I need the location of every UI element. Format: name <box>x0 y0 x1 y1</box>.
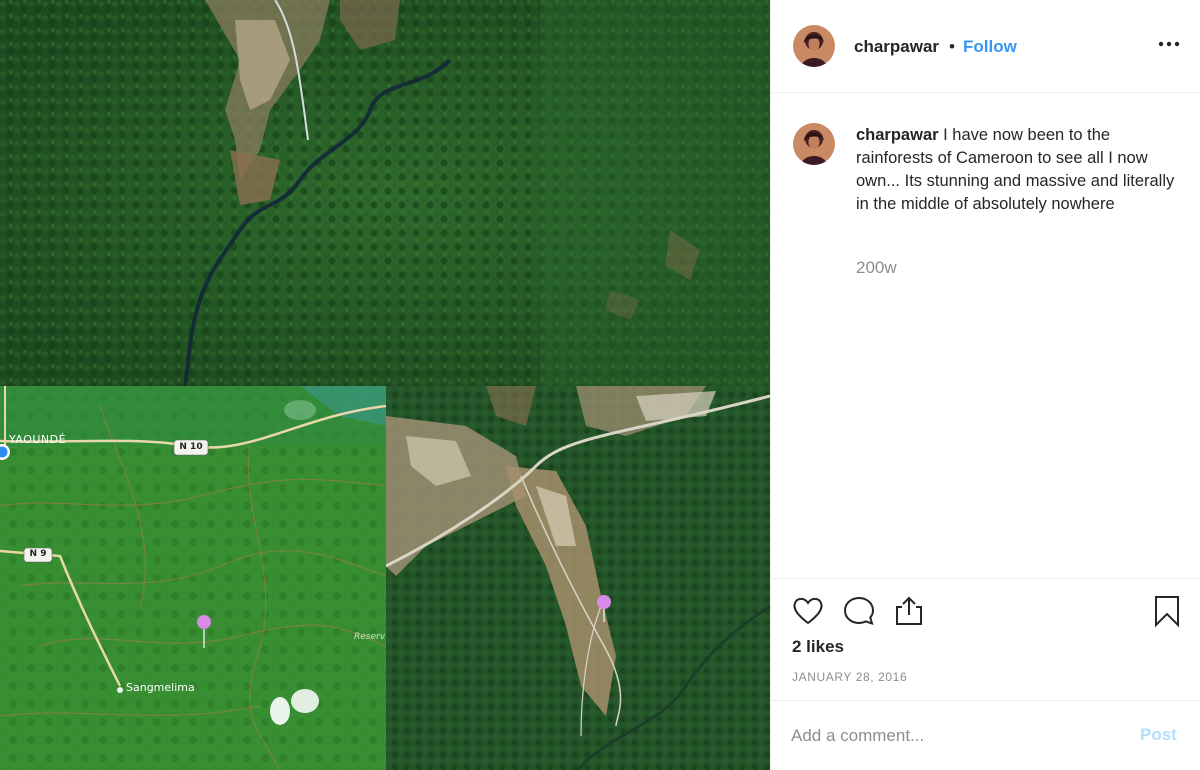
satellite-site-panel <box>386 386 770 770</box>
share-icon[interactable] <box>892 594 926 628</box>
comment-icon[interactable] <box>842 594 876 628</box>
post-age[interactable]: 200w <box>856 258 897 278</box>
post-comment-button[interactable]: Post <box>1140 725 1177 745</box>
follow-button[interactable]: Follow <box>963 37 1017 57</box>
map-label-reserve: Reserv <box>354 632 386 642</box>
heart-icon[interactable] <box>791 594 825 628</box>
post-sidebar: charpawar • Follow charpawar I have now … <box>770 0 1200 770</box>
actions-bar: 2 likes JANUARY 28, 2016 <box>771 578 1200 700</box>
map-label-road-n9: N 9 <box>29 549 47 559</box>
separator-dot: • <box>949 37 955 56</box>
caption-avatar[interactable] <box>793 123 835 165</box>
post-image[interactable]: YAOUNDÉ N 10 N 9 Sangmelima Reserv <box>0 0 770 770</box>
map-label-city-yaounde: YAOUNDÉ <box>9 433 67 446</box>
more-options-icon[interactable] <box>1157 32 1181 56</box>
post-header: charpawar • Follow <box>771 0 1200 93</box>
post-date: JANUARY 28, 2016 <box>792 670 908 684</box>
map-label-road-n10: N 10 <box>179 442 203 452</box>
caption-username[interactable]: charpawar <box>856 126 939 144</box>
map-pin-icon[interactable] <box>196 614 212 630</box>
header-username[interactable]: charpawar <box>854 37 939 57</box>
satellite-closeup-panel <box>0 0 770 386</box>
comment-input[interactable] <box>791 721 1121 751</box>
comment-box: Post <box>771 700 1200 770</box>
map-label-city-sangmelima: Sangmelima <box>126 681 195 694</box>
likes-count[interactable]: 2 likes <box>792 637 844 657</box>
instagram-post-window: YAOUNDÉ N 10 N 9 Sangmelima Reserv charp… <box>0 0 1200 770</box>
post-caption: charpawar I have now been to the rainfor… <box>856 124 1176 216</box>
bookmark-icon[interactable] <box>1150 594 1184 628</box>
avatar[interactable] <box>793 25 835 67</box>
